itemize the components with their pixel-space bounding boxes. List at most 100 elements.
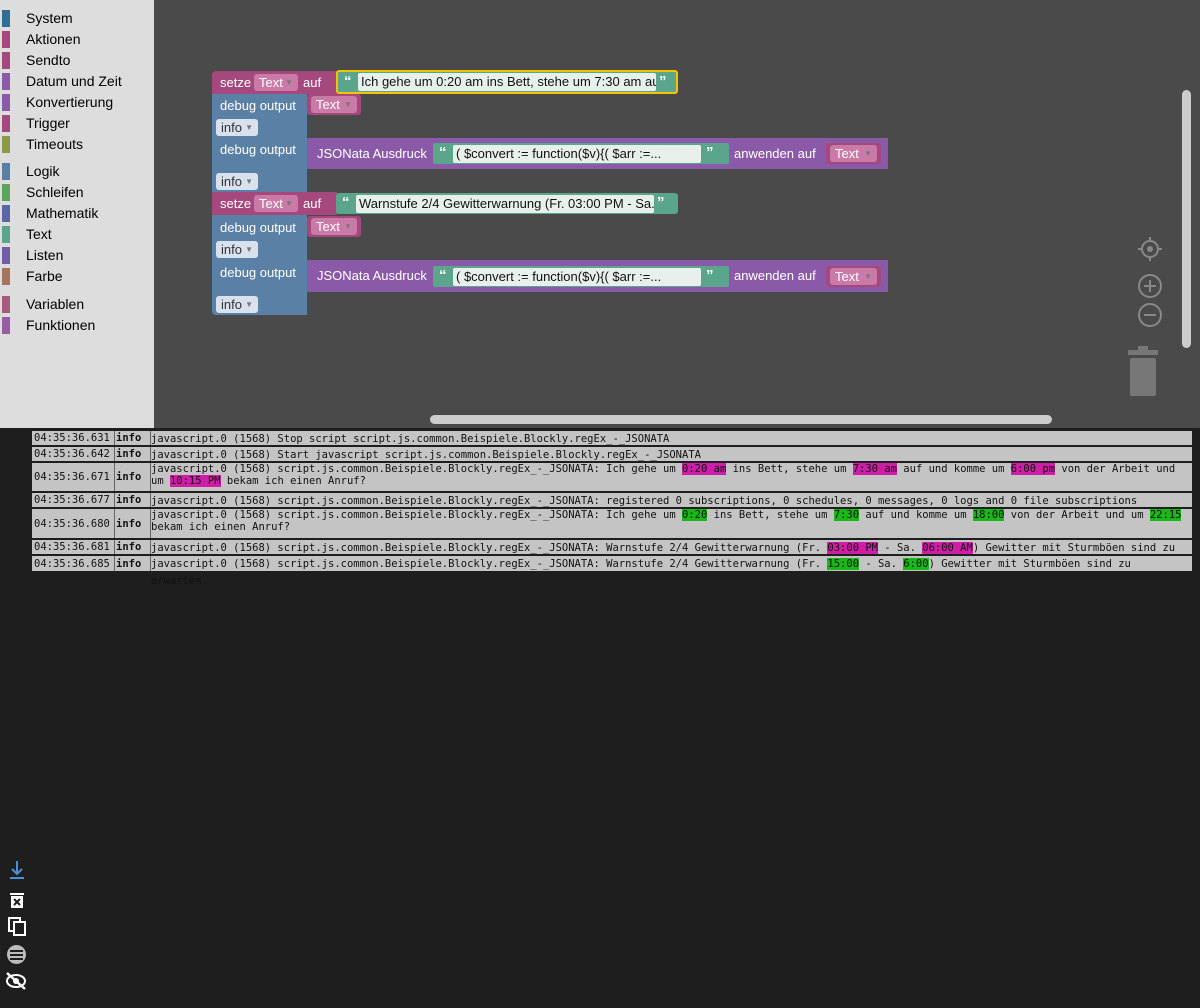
variable-dropdown[interactable]: Text ▼ (311, 96, 357, 113)
text-literal-block[interactable]: “ ( $convert := function($v){( $arr :=..… (433, 266, 729, 287)
chevron-down-icon: ▼ (245, 300, 253, 309)
hide-icon[interactable] (5, 972, 27, 990)
log-highlight: 18:00 (972, 509, 1005, 521)
log-panel: 04:35:36.631 info javascript.0 (1568) Stop… (0, 428, 1200, 990)
variable-dropdown[interactable]: Text ▼ (830, 145, 877, 162)
toolbox-category[interactable]: Aktionen (0, 29, 154, 49)
recenter-icon[interactable] (1137, 236, 1163, 262)
log-highlight: 06:00 AM (922, 542, 973, 554)
text-literal-block[interactable]: “ Warnstufe 2/4 Gewitterwarnung (Fr. 03:… (336, 193, 678, 214)
category-color-bar (2, 184, 10, 201)
log-message: javascript.0 (1568) Stop script script.j… (148, 431, 1192, 447)
apply-label: anwenden auf (734, 146, 816, 161)
log-message: javascript.0 (1568) script.js.common.Bei… (148, 509, 1192, 533)
toolbox-category[interactable]: Timeouts (0, 134, 154, 154)
log-highlight: 10:15 PM (169, 474, 221, 487)
text-field[interactable]: Ich gehe um 0:20 am ins Bett, stehe um 7… (358, 73, 656, 91)
toolbox-category[interactable]: Listen (0, 245, 154, 265)
clear-log-icon[interactable] (9, 890, 25, 908)
debug-label: debug output (220, 98, 296, 113)
log-time: 04:35:36.631 (32, 431, 115, 445)
log-row: 04:35:36.671 info javascript.0 (1568) scri… (32, 463, 1192, 493)
toolbox-category[interactable]: System (0, 8, 154, 28)
category-label: Datum und Zeit (26, 73, 122, 89)
category-color-bar (2, 163, 10, 180)
toolbox-category[interactable]: Text (0, 224, 154, 244)
debug-label: debug output (220, 265, 296, 280)
variable-get-block[interactable]: Text ▼ (826, 266, 881, 287)
trash-icon[interactable] (1124, 346, 1162, 398)
category-label: Schleifen (26, 184, 84, 200)
toolbox-category[interactable]: Sendto (0, 50, 154, 70)
log-text: javascript.0 (1568) script.js.common.Bei… (151, 509, 683, 521)
category-label: System (26, 10, 73, 26)
toolbox-category[interactable]: Datum und Zeit (0, 71, 154, 91)
log-text: - Sa. (877, 542, 923, 554)
log-text: ins Bett, stehe um (726, 463, 853, 475)
debug-output-block[interactable]: debug output info ▼ (212, 260, 307, 315)
variable-dropdown[interactable]: Text ▼ (830, 268, 877, 285)
zoom-out-icon[interactable] (1137, 302, 1163, 328)
debug-output-block[interactable]: debug output info ▼ (212, 215, 307, 260)
log-highlight: 0:20 (682, 509, 708, 521)
category-color-bar (2, 268, 10, 285)
toolbox-category[interactable]: Trigger (0, 113, 154, 133)
log-level-dropdown[interactable]: info ▼ (216, 119, 258, 136)
log-row: 04:35:36.685 info javascript.0 (1568) scri… (32, 556, 1192, 587)
toolbox-category[interactable]: Schleifen (0, 182, 154, 202)
variable-get-block[interactable]: Text ▼ (307, 94, 361, 115)
vertical-scrollbar[interactable] (1182, 90, 1191, 348)
set-variable-block[interactable]: setze Text ▼ auf (212, 71, 337, 94)
log-time: 04:35:36.642 (32, 447, 115, 461)
log-level-dropdown[interactable]: info ▼ (216, 241, 258, 258)
log-message: javascript.0 (1568) script.js.common.Bei… (148, 556, 1192, 590)
toolbox-category[interactable]: Logik (0, 161, 154, 181)
chevron-down-icon: ▼ (285, 199, 293, 208)
toolbox-category[interactable]: Funktionen (0, 315, 154, 335)
toolbox-category[interactable]: Variablen (0, 294, 154, 314)
debug-label: debug output (220, 142, 296, 157)
log-level-dropdown[interactable]: info ▼ (216, 173, 258, 190)
log-severity: info (113, 447, 151, 461)
category-label: Trigger (26, 115, 70, 131)
toolbox-category[interactable]: Farbe (0, 266, 154, 286)
log-level-dropdown[interactable]: info ▼ (216, 296, 258, 313)
variable-dropdown[interactable]: Text ▼ (254, 195, 298, 212)
variable-get-block[interactable]: Text ▼ (826, 143, 881, 164)
log-toolbar (0, 858, 32, 1008)
jsonata-block[interactable]: JSONata Ausdruck “ ( $convert := functio… (307, 260, 888, 292)
close-quote-icon: ” (706, 144, 714, 161)
variable-dropdown[interactable]: Text ▼ (311, 218, 357, 235)
variable-dropdown[interactable]: Text ▼ (254, 74, 298, 91)
debug-output-block[interactable]: debug output info ▼ (212, 94, 307, 138)
copy-icon[interactable] (7, 916, 27, 936)
category-label: Timeouts (26, 136, 84, 152)
log-message: javascript.0 (1568) Start javascript scr… (148, 447, 1192, 463)
text-literal-block[interactable]: “ Ich gehe um 0:20 am ins Bett, stehe um… (336, 70, 678, 94)
jsonata-block[interactable]: JSONata Ausdruck “ ( $convert := functio… (307, 138, 888, 169)
toolbox-category[interactable]: Konvertierung (0, 92, 154, 112)
log-highlight: 03:00 PM (827, 542, 878, 554)
log-severity: info (113, 540, 151, 554)
debug-output-block[interactable]: debug output info ▼ (212, 138, 307, 192)
text-field[interactable]: Warnstufe 2/4 Gewitterwarnung (Fr. 03:00… (356, 195, 654, 213)
log-row: 04:35:36.631 info javascript.0 (1568) Stop… (32, 431, 1192, 447)
open-quote-icon: “ (342, 194, 350, 211)
blockly-workspace[interactable]: setze Text ▼ auf “ Ich gehe um 0:20 am in… (154, 0, 1200, 428)
category-color-bar (2, 226, 10, 243)
horizontal-scrollbar[interactable] (430, 415, 1052, 424)
log-highlight: 15:00 (827, 558, 860, 570)
zoom-in-icon[interactable] (1137, 273, 1163, 299)
jsonata-expression-field[interactable]: ( $convert := function($v){( $arr :=... (453, 145, 701, 163)
scroll-down-icon[interactable] (8, 860, 26, 880)
text-literal-block[interactable]: “ ( $convert := function($v){( $arr :=..… (433, 143, 729, 164)
variable-get-block[interactable]: Text ▼ (307, 216, 361, 237)
log-mode-icon[interactable] (6, 944, 27, 965)
toolbox-category[interactable]: Mathematik (0, 203, 154, 223)
set-variable-block[interactable]: setze Text ▼ auf (212, 192, 337, 215)
to-keyword: auf (303, 196, 322, 211)
category-color-bar (2, 247, 10, 264)
open-quote-icon: “ (439, 144, 447, 161)
category-color-bar (2, 115, 10, 132)
jsonata-expression-field[interactable]: ( $convert := function($v){( $arr :=... (453, 268, 701, 286)
